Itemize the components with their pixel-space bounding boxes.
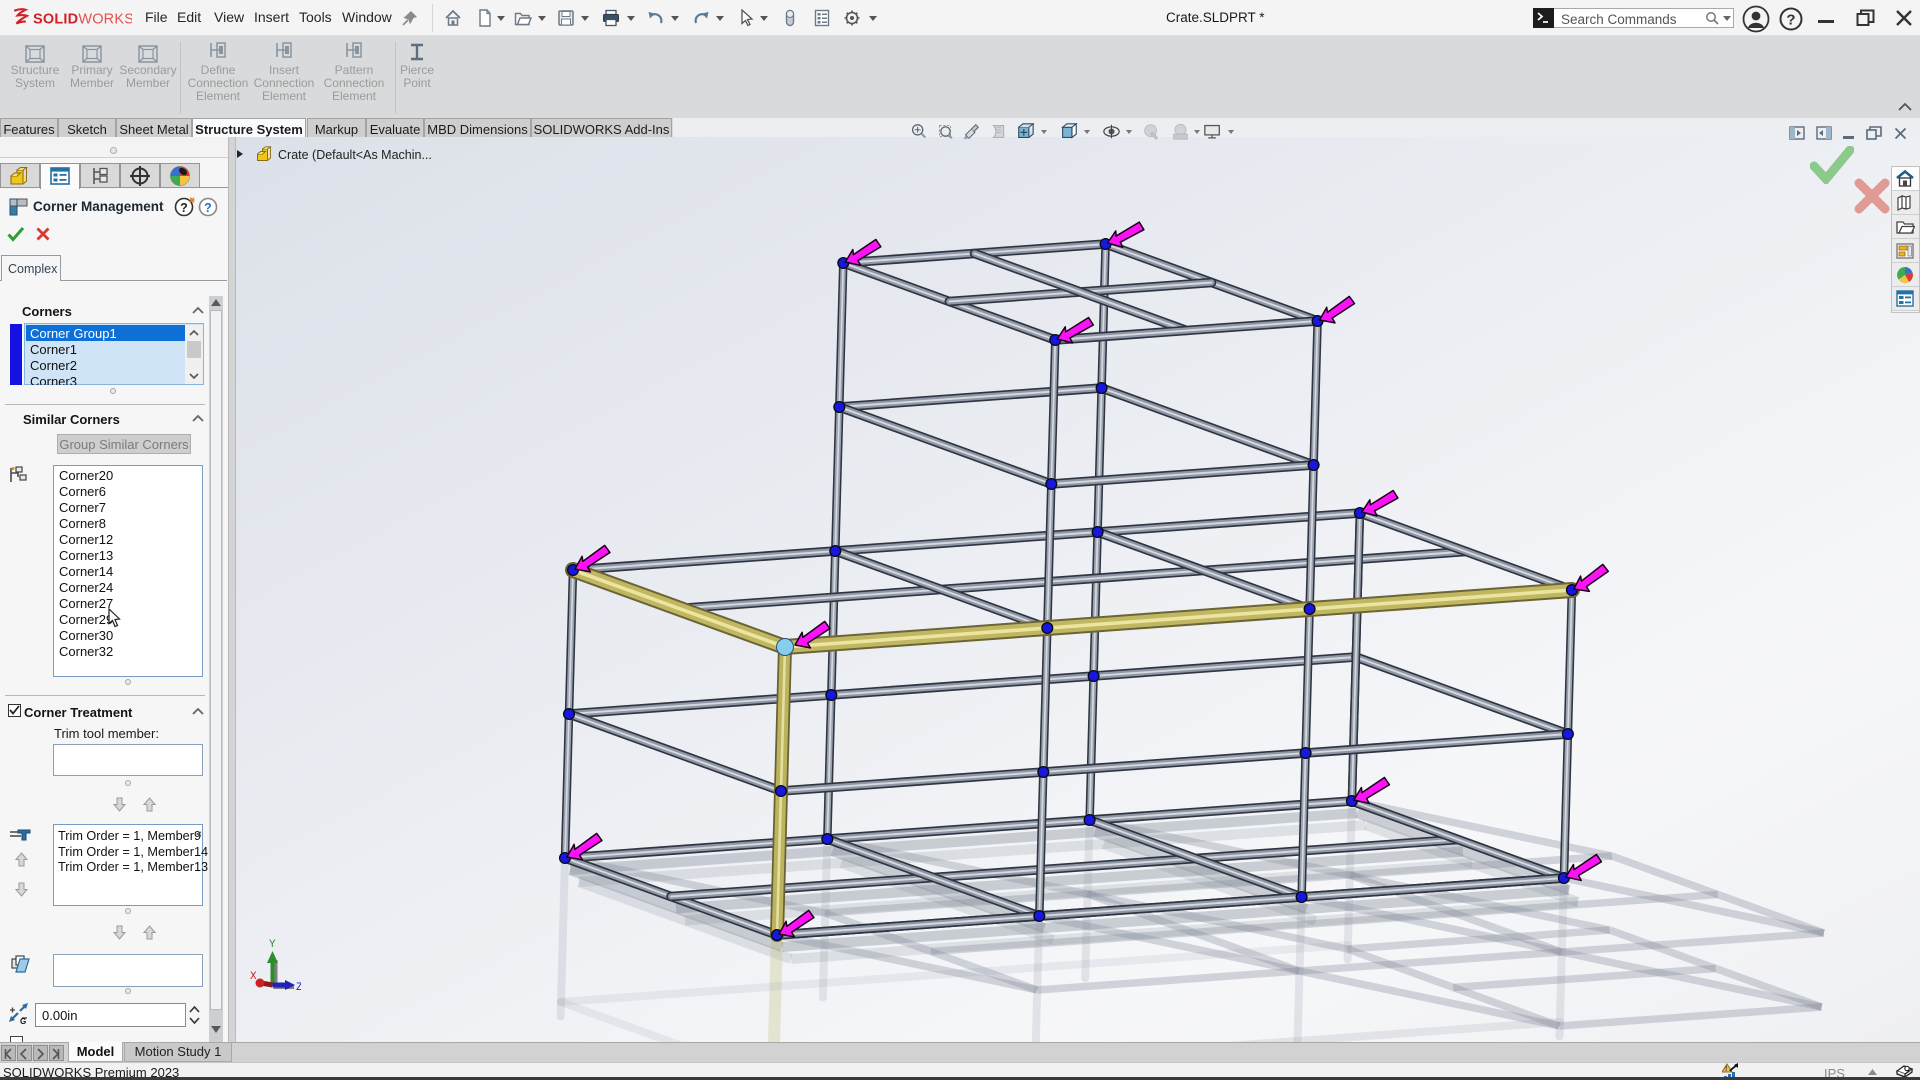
svg-text:Y: Y — [269, 939, 276, 951]
svg-text:G: G — [20, 1017, 26, 1026]
svg-text:SOLIDWORKS: SOLIDWORKS — [33, 12, 132, 28]
svg-text:?: ? — [180, 201, 188, 215]
svg-text:?: ? — [204, 201, 212, 215]
svg-text:X: X — [250, 971, 257, 983]
svg-text:!: ! — [1725, 1066, 1727, 1073]
svg-text:?: ? — [1786, 12, 1795, 29]
svg-text:Z: Z — [296, 982, 301, 994]
